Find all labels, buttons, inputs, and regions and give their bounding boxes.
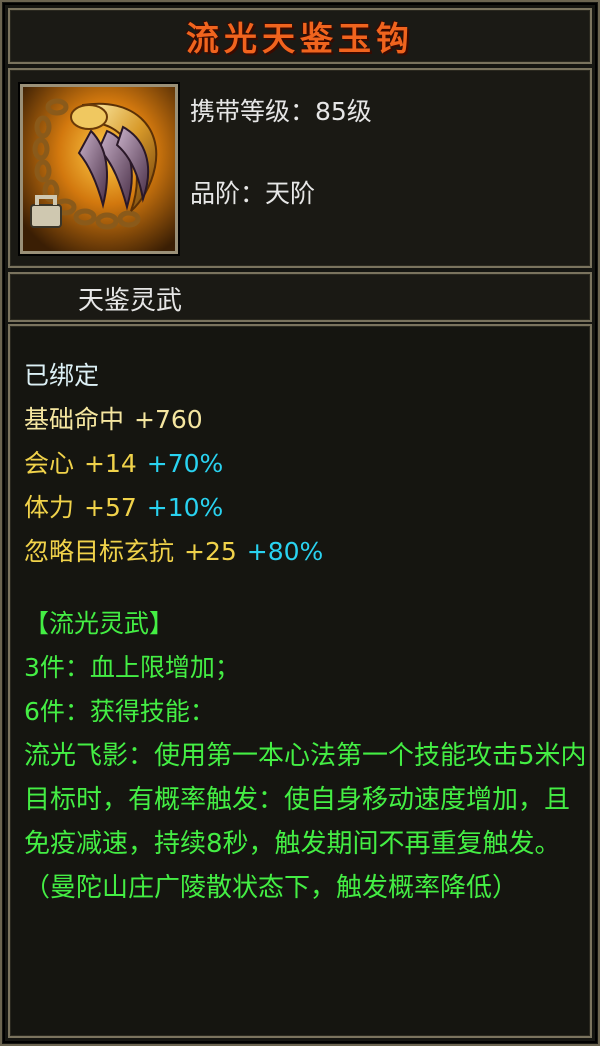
category-panel: 天鉴灵武 (8, 272, 592, 322)
stat-value: +760 (134, 405, 203, 434)
bound-status: 已绑定 (24, 361, 100, 390)
stat-row: 会心 +14 +70% (24, 442, 590, 486)
item-tooltip: 流光天鉴玉钩 携带等级：85级 品阶：天阶 天鉴灵武 已绑定 基础命中 +760… (0, 0, 600, 1046)
set-bonus-6: 6件：获得技能： (24, 697, 215, 726)
item-category: 天鉴灵武 (78, 286, 183, 316)
item-grade: 品阶：天阶 (190, 179, 316, 208)
set-bonus-3: 3件：血上限增加； (24, 653, 240, 682)
stat-bonus: +70% (146, 449, 224, 478)
title-bar: 流光天鉴玉钩 (8, 8, 592, 64)
item-info-panel: 携带等级：85级 品阶：天阶 (8, 68, 592, 268)
stat-name: 忽略目标玄抗 (24, 537, 175, 566)
stat-name: 基础命中 (24, 405, 125, 434)
stat-value: +25 (184, 537, 237, 566)
set-skill-description: 流光飞影：使用第一本心法第一个技能攻击5米内目标时，有概率触发：使自身移动速度增… (24, 741, 587, 903)
stat-value: +14 (84, 449, 137, 478)
stat-row: 忽略目标玄抗 +25 +80% (24, 530, 590, 574)
attributes-panel: 已绑定 基础命中 +760 会心 +14 +70% 体力 +57 +10% 忽略目标玄抗 +… (8, 324, 592, 1038)
stat-bonus: +80% (246, 537, 324, 566)
stat-name: 会心 (24, 449, 75, 478)
item-icon-frame[interactable] (18, 82, 180, 256)
stat-bonus: +10% (146, 493, 224, 522)
set-title: 【流光灵武】 (24, 609, 175, 638)
carry-level: 携带等级：85级 (190, 97, 372, 126)
stat-value: +57 (84, 493, 137, 522)
item-name: 流光天鉴玉钩 (186, 19, 414, 58)
golden-hook-icon (23, 87, 175, 251)
stat-name: 体力 (24, 493, 75, 522)
stat-row: 基础命中 +760 (24, 398, 590, 442)
stat-row: 体力 +57 +10% (24, 486, 590, 530)
